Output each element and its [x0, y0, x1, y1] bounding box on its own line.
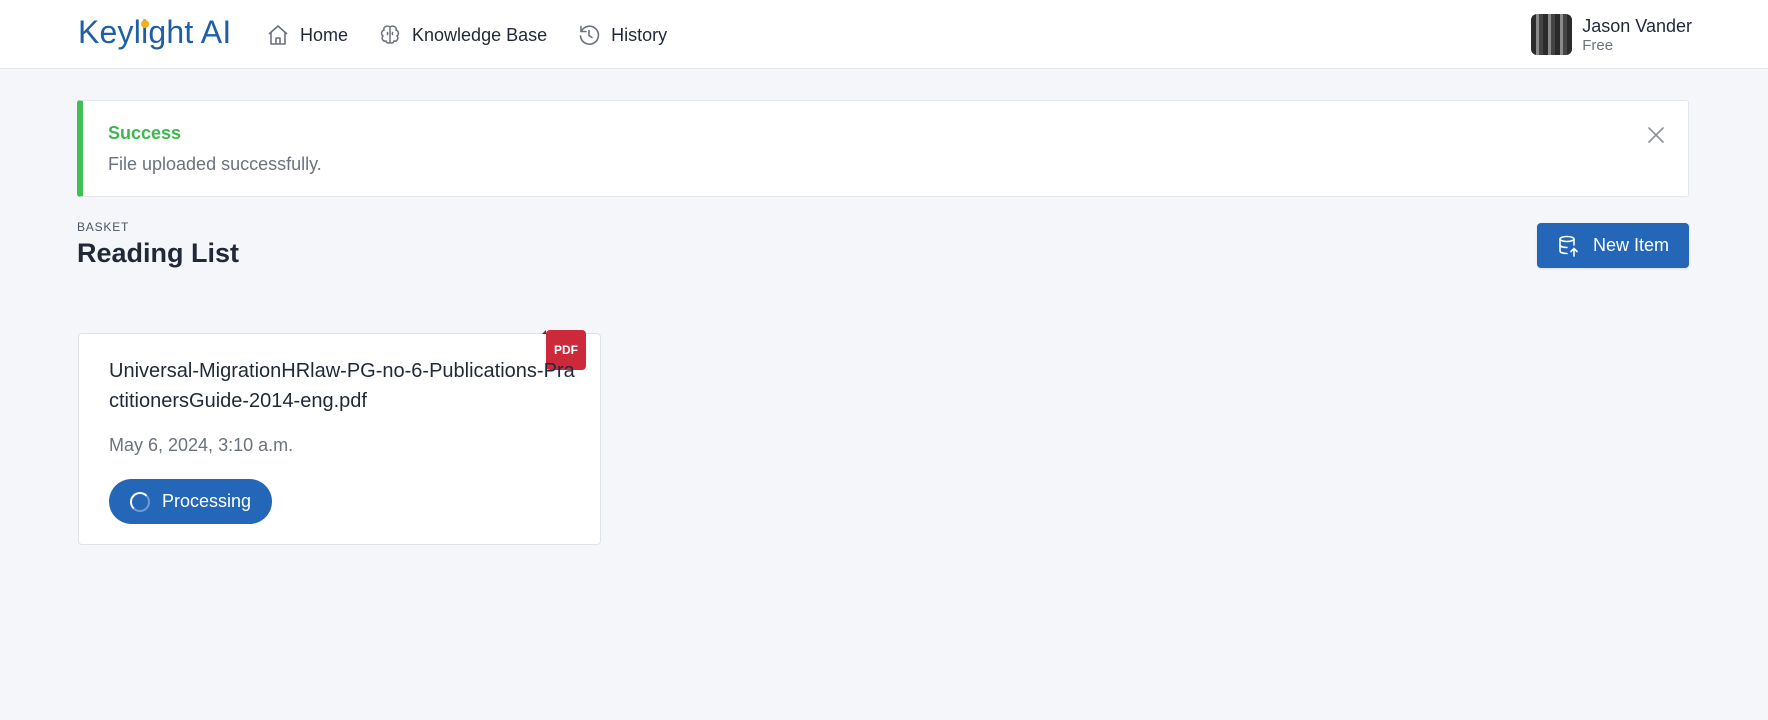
close-icon[interactable] [1644, 123, 1668, 147]
reading-list-card[interactable]: PDF Universal-MigrationHRlaw-PG-no-6-Pub… [78, 330, 601, 545]
nav-item-label: Knowledge Base [412, 24, 548, 45]
spinner-icon [130, 491, 150, 512]
avatar[interactable] [1531, 14, 1573, 55]
status-processing-button[interactable]: Processing [109, 479, 273, 524]
top-navbar: Keylight AI Home Knowledge Base History [0, 0, 1768, 69]
new-item-button[interactable]: New Item [1537, 223, 1689, 268]
alert-title: Success [108, 123, 182, 143]
main-nav: Home Knowledge Base History [266, 20, 667, 50]
file-date: May 6, 2024, 3:10 a.m. [109, 435, 294, 455]
page-title: Reading List [77, 238, 240, 268]
home-icon [268, 25, 288, 45]
nav-item-knowledge-base[interactable]: Knowledge Base [378, 20, 547, 50]
nav-item-history[interactable]: History [577, 20, 667, 50]
status-label: Processing [162, 491, 252, 511]
user-plan: Free [1582, 36, 1614, 54]
user-menu[interactable]: Jason Vander Free [1531, 14, 1692, 55]
new-item-label: New Item [1592, 235, 1670, 255]
app-logo[interactable]: Keylight AI [78, 14, 231, 51]
alert-message: File uploaded successfully. [108, 154, 322, 174]
success-alert: Success File uploaded successfully. [77, 100, 1689, 197]
section-label: BASKET [77, 220, 130, 234]
brain-icon [380, 25, 400, 44]
database-upload-icon [1559, 235, 1578, 257]
file-name[interactable]: Universal-MigrationHRlaw-PG-no-6-Publica… [109, 356, 579, 416]
history-icon [579, 25, 600, 45]
nav-item-label: Home [300, 24, 349, 45]
user-name: Jason Vander [1582, 15, 1692, 36]
user-info: Jason Vander Free [1582, 15, 1692, 55]
nav-item-home[interactable]: Home [266, 20, 348, 50]
nav-item-label: History [611, 24, 668, 45]
